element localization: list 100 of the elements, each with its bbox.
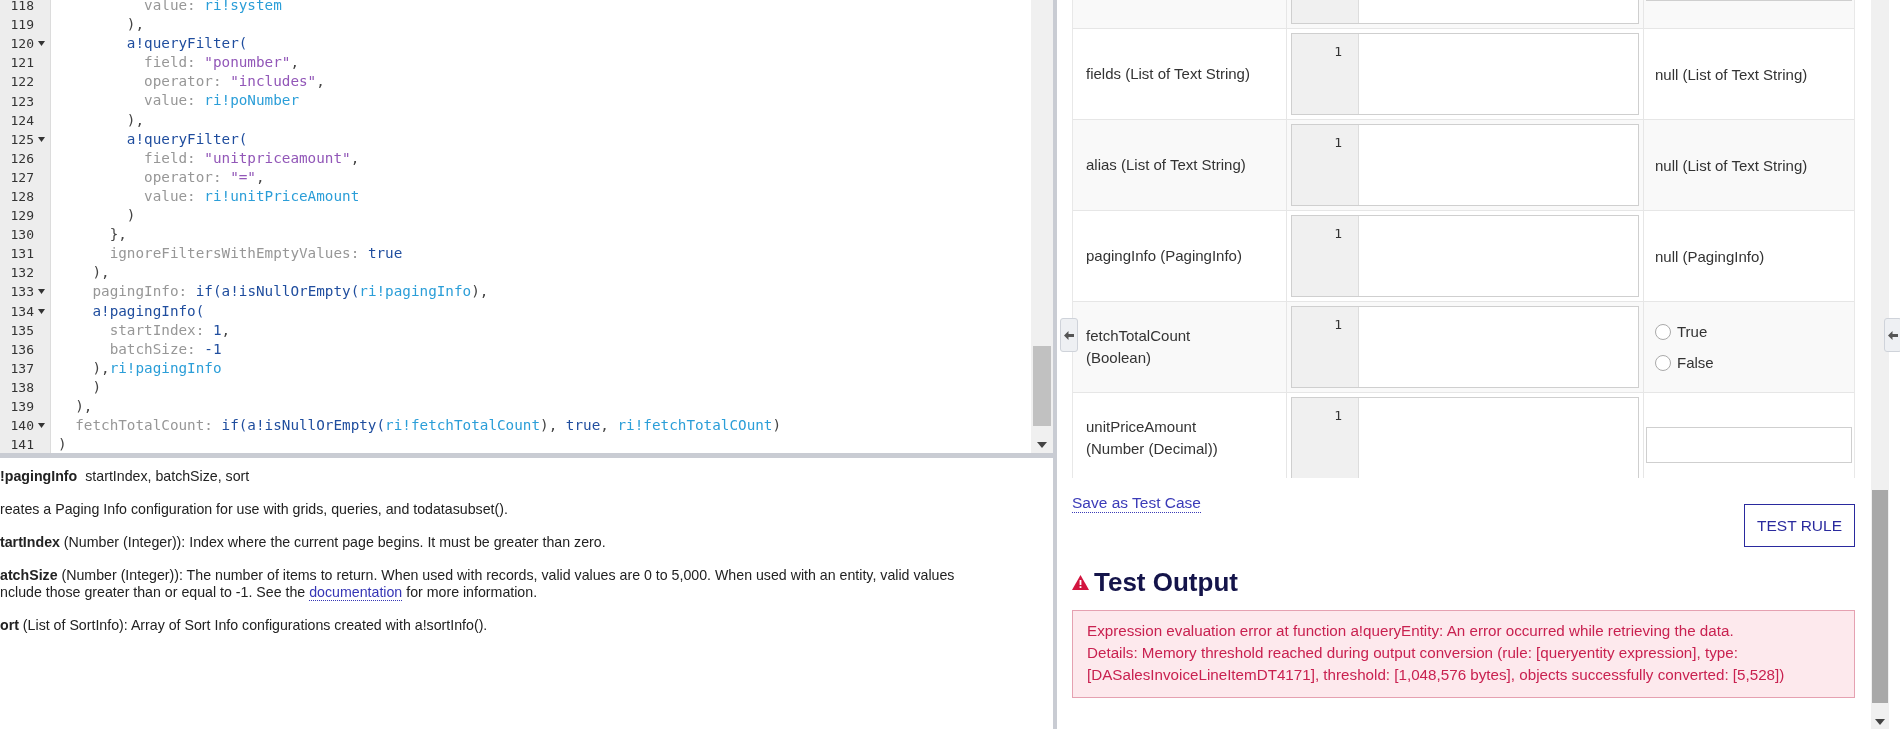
scrollbar[interactable]: [1031, 0, 1053, 453]
input-field[interactable]: [1646, 427, 1852, 463]
code-line: operator: "includes",: [143, 72, 326, 92]
fold-arrow-icon[interactable]: [37, 289, 45, 295]
code-line: field: "ponumber",: [143, 53, 300, 73]
code-line: ),: [91, 263, 111, 283]
line-number: 138: [10, 379, 34, 395]
line-number: 140: [10, 418, 34, 434]
line-number: 133: [10, 284, 34, 300]
line-number: 121: [10, 55, 34, 71]
code-line: ): [58, 435, 68, 453]
line-number: 1: [1334, 135, 1342, 151]
line-number: 130: [10, 227, 34, 243]
line-number: 127: [10, 169, 34, 185]
value-text: null (List of Text String): [1654, 156, 1809, 174]
parameter-description: ort (List of SortInfo): Array of Sort Info configurations created with a!sortInfo().: [0, 617, 489, 634]
scrollbar[interactable]: [1871, 0, 1889, 729]
scroll-down-icon[interactable]: [1037, 442, 1047, 448]
parameter-label: alias (List of Text String): [1086, 155, 1247, 175]
code-line: value: ri!unitPriceAmount: [143, 186, 361, 206]
code-line: operator: "=",: [143, 167, 266, 187]
scroll-down-icon[interactable]: [1875, 719, 1885, 725]
line-number: 139: [10, 399, 34, 414]
radio-option[interactable]: False: [1646, 347, 1852, 378]
fold-arrow-icon[interactable]: [37, 308, 45, 314]
code-line: ): [91, 377, 103, 397]
line-number: 128: [10, 189, 34, 204]
radio-option[interactable]: True: [1646, 316, 1852, 347]
radio-button[interactable]: [1655, 323, 1671, 340]
code-line: ),ri!pagingInfo: [91, 358, 223, 378]
line-number: 125: [10, 131, 34, 147]
function-signature: startIndex, batchSize, sort: [85, 468, 250, 484]
collapse-button[interactable]: [1060, 318, 1078, 352]
code-line: a!queryFilter(: [125, 34, 249, 54]
line-number: 124: [10, 112, 34, 128]
line-number: 122: [10, 74, 34, 90]
line-number: 1: [1334, 226, 1342, 242]
warning-icon: [1072, 575, 1089, 590]
save-test-case-link[interactable]: Save as Test Case: [1072, 494, 1201, 513]
expression-field[interactable]: 1: [1291, 215, 1639, 297]
line-number: 141: [10, 437, 34, 453]
function-description: reates a Paging Info configuration for use with grids, queries, and todatasubset().: [0, 501, 509, 518]
expression-field[interactable]: 1: [1291, 306, 1639, 388]
code-line: a!queryFilter(: [125, 129, 249, 149]
scrollbar-thumb[interactable]: [1872, 490, 1888, 703]
arrow-left-icon: [1888, 330, 1898, 340]
arrow-left-icon: [1064, 330, 1074, 340]
line-number: 1: [1334, 317, 1342, 333]
test-rule-button[interactable]: TEST RULE: [1744, 504, 1855, 547]
line-number: 132: [10, 265, 34, 281]
line-number: 131: [10, 246, 34, 262]
parameter-label: (Boolean): [1086, 348, 1153, 368]
expression-field[interactable]: 1: [1291, 397, 1639, 478]
radio-button[interactable]: [1655, 354, 1671, 371]
code-line: fetchTotalCount: if(a!isNullOrEmpty(ri!fetchTotalCount), true, ri!fetchTotalCOunt): [74, 416, 783, 436]
line-number: 119: [10, 17, 34, 33]
parameter-label: pagingInfo (PagingInfo): [1086, 246, 1243, 266]
collapse-button[interactable]: [1884, 318, 1900, 352]
line-number: 1: [1334, 44, 1342, 60]
line-number: 1: [1334, 408, 1342, 424]
code-line: ): [125, 206, 137, 226]
error-message: Expression evaluation error at function a!queryEntity: An error occurred while retrieving the data. Details: Memory threshold reached during output conversion (rule: [queryentity expression], type: [DASalesInvoiceLineItemDT4171], threshold: [1,048,576 bytes], objects successfully converted: [5,528]): [1072, 610, 1855, 698]
code-line: },: [108, 225, 128, 245]
expression-field[interactable]: 1: [1291, 33, 1639, 115]
parameter-description: nclude those greater than or equal to -1. See the documentation for more information.: [0, 584, 539, 601]
value-text: null (PagingInfo): [1654, 247, 1766, 265]
test-output-heading: Test Output: [1094, 567, 1238, 598]
line-number: 126: [10, 150, 34, 166]
code-line: batchSize: -1: [108, 339, 223, 359]
line-number: 129: [10, 208, 34, 224]
line-number: 135: [10, 322, 34, 338]
parameter-label: fields (List of Text String): [1086, 64, 1251, 84]
parameter-label: (Number (Decimal)): [1086, 439, 1219, 459]
documentation-link[interactable]: documentation: [309, 584, 403, 601]
line-number: 136: [10, 341, 34, 357]
parameter-description: atchSize (Number (Integer)): The number of items to return. When used with records, valid values are 0 to 5,000. When used with an entity, valid values: [0, 567, 956, 584]
code-line: a!pagingInfo(: [91, 301, 206, 321]
line-number: 118: [10, 0, 34, 14]
line-number: 134: [10, 303, 34, 319]
code-line: ),: [125, 110, 146, 130]
parameter-description: tartIndex (Number (Integer)): Index where the current page begins. It must be greater than zero.: [0, 534, 607, 551]
fold-arrow-icon[interactable]: [37, 41, 45, 47]
scrollbar-thumb[interactable]: [1033, 346, 1051, 426]
function-name: !pagingInfo: [0, 468, 78, 484]
line-number: 120: [10, 36, 34, 52]
code-line: pagingInfo: if(a!isNullOrEmpty(ri!pagingInfo),: [91, 282, 490, 302]
code-line: startIndex: 1,: [108, 320, 232, 340]
line-number: 137: [10, 360, 34, 376]
fold-arrow-icon[interactable]: [37, 136, 45, 142]
code-line: value: ri!poNumber: [143, 91, 300, 111]
code-line: field: "unitpriceamount",: [143, 148, 361, 168]
fold-arrow-icon[interactable]: [37, 423, 45, 429]
line-number: 123: [10, 93, 34, 109]
code-line: ),: [74, 396, 94, 416]
value-text: null (List of Text String): [1654, 65, 1809, 83]
parameter-label: unitPriceAmount: [1086, 417, 1198, 437]
parameter-label: fetchTotalCount: [1086, 326, 1192, 346]
code-line: ),: [125, 15, 146, 35]
expression-field[interactable]: 1: [1291, 124, 1639, 206]
code-line: ignoreFiltersWithEmptyValues: true: [108, 244, 404, 264]
